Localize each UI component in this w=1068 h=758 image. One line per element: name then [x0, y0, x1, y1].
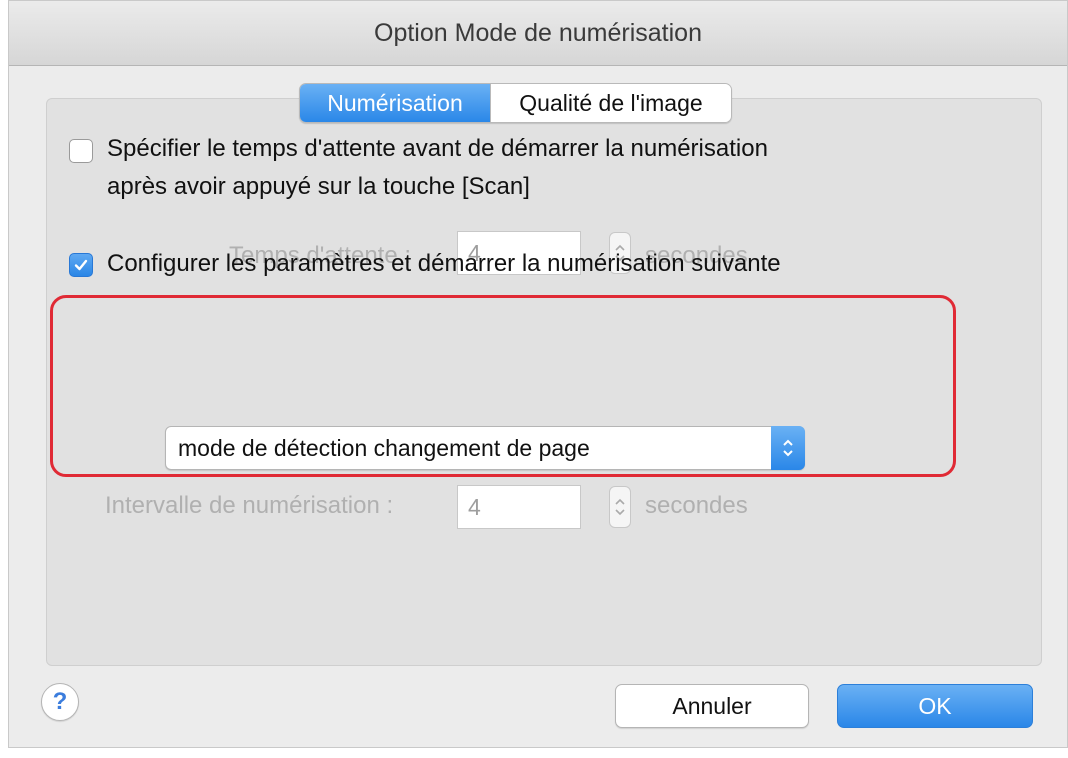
mode-select-value: mode de détection changement de page — [178, 435, 590, 461]
mode-select[interactable]: mode de détection changement de page — [165, 426, 805, 470]
wait-time-label-line2: après avoir appuyé sur la touche [Scan] — [107, 173, 530, 200]
interval-stepper[interactable] — [609, 486, 631, 528]
tab-bar: Numérisation Qualité de l'image — [299, 83, 732, 123]
interval-input[interactable]: 4 — [457, 485, 581, 529]
dialog-window: Option Mode de numérisation Numérisation… — [8, 0, 1068, 748]
next-scan-checkbox[interactable] — [69, 253, 93, 277]
next-scan-label: Configurer les paramètres et démarrer la… — [107, 250, 781, 277]
stepper-arrows-icon — [615, 498, 625, 516]
tab-numerisation[interactable]: Numérisation — [300, 84, 490, 122]
select-arrows-icon — [771, 426, 805, 470]
interval-label: Intervalle de numérisation : — [105, 492, 394, 519]
ok-button[interactable]: OK — [837, 684, 1033, 728]
checkmark-icon — [74, 259, 88, 271]
wait-time-checkbox[interactable] — [69, 139, 93, 163]
cancel-button[interactable]: Annuler — [615, 684, 809, 728]
interval-unit: secondes — [645, 492, 748, 519]
tab-qualite-image[interactable]: Qualité de l'image — [490, 84, 731, 122]
window-title: Option Mode de numérisation — [9, 1, 1067, 66]
help-button[interactable]: ? — [41, 683, 79, 721]
wait-time-label-line1: Spécifier le temps d'attente avant de dé… — [107, 135, 768, 162]
